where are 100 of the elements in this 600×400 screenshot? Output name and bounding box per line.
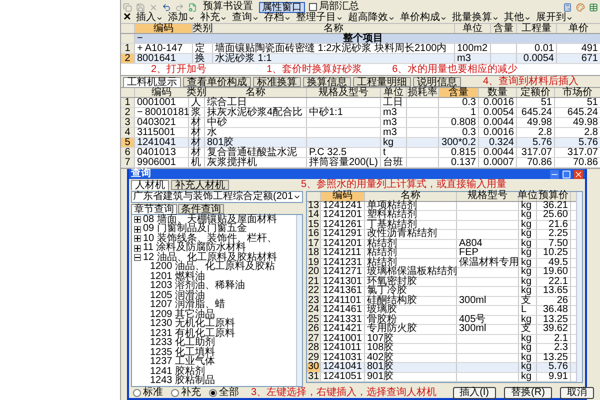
table-row[interactable]: 3 0403021 材 中砂 m3 0.808 0.0044 49.98 49.98 xyxy=(121,118,600,128)
tab[interactable]: 工料机显示 xyxy=(123,77,181,87)
row-number[interactable]: 18 xyxy=(307,249,321,258)
expand-icon[interactable] xyxy=(134,226,141,233)
table-row[interactable]: 1 + A10-147 定 墙面镶贴陶瓷面砖密缝 1:2水泥砂浆 块料周长2100内 100m2 0.01 491 xyxy=(121,44,600,54)
tab[interactable]: 换算信息 xyxy=(303,77,351,87)
column-header[interactable]: 数量 xyxy=(479,88,517,97)
row-number[interactable]: 7 xyxy=(121,158,135,167)
close-icon[interactable] xyxy=(574,170,583,178)
table-row[interactable]: 2 − 80010181 浆 抹灰水泥砂浆4配合比 中砂1:1 m3 1 0.0054 645.24 645.24 xyxy=(121,108,600,118)
expand-icon[interactable] xyxy=(134,216,141,224)
minimize-icon[interactable] xyxy=(550,170,559,178)
table-row[interactable]: 21 1241301 环氧密封胶 kg 22.1 xyxy=(307,278,576,287)
column-header[interactable]: 工程量 xyxy=(517,24,557,33)
row-number[interactable]: 16 xyxy=(307,230,321,238)
row-number[interactable]: 23 xyxy=(307,296,321,305)
row-number[interactable]: 17 xyxy=(307,240,321,248)
toolbar-menu[interactable]: 批量换算 xyxy=(452,13,499,23)
scrollbar[interactable] xyxy=(296,215,302,386)
row-number[interactable]: 28 xyxy=(307,344,321,352)
tab[interactable]: 补充人材机 xyxy=(171,180,229,190)
row-number[interactable]: 2 xyxy=(121,54,135,63)
row-number[interactable]: 2 xyxy=(121,108,135,117)
column-header[interactable]: 单价 xyxy=(557,24,600,33)
row-number[interactable]: 15 xyxy=(307,220,321,229)
column-header[interactable]: 含量 xyxy=(439,88,479,97)
row-number[interactable]: 6 xyxy=(121,148,135,157)
row-number[interactable]: 14 xyxy=(307,211,321,220)
column-header[interactable]: 编码 xyxy=(135,24,193,33)
toolbar-menu[interactable]: 整理子目 xyxy=(296,13,343,23)
toolbar-menu[interactable]: 展开到 xyxy=(536,13,573,23)
scrollbar[interactable] xyxy=(576,192,582,382)
tab[interactable]: 条件查询 xyxy=(178,204,224,214)
table-row[interactable]: 29 1241031 402胶 kg 13.25 xyxy=(307,354,576,363)
palette-icon[interactable] xyxy=(576,2,585,12)
column-header[interactable]: 市场价 xyxy=(555,88,600,97)
tab[interactable]: 人材机 xyxy=(131,180,169,190)
toolbar-menu[interactable]: 其他 xyxy=(504,13,531,23)
tree-item[interactable]: 1241 胶粘剂 xyxy=(150,366,206,377)
calculator-icon[interactable] xyxy=(563,2,572,12)
expand-icon[interactable] xyxy=(134,235,141,242)
column-header[interactable]: 类别 xyxy=(189,88,205,97)
table-row[interactable]: 27 1241001 107胶 kg 2.1 xyxy=(307,334,576,344)
dialog-button[interactable]: 取消 xyxy=(560,387,594,399)
radio-button[interactable] xyxy=(209,389,217,397)
toolbar-menu[interactable]: 补充 xyxy=(200,13,227,23)
table-row[interactable]: 5 1241041 材 801胶 kg 300*0.2 0.324 5.76 5.76 xyxy=(121,138,600,148)
table-row[interactable]: 23 1241101 硅酮结构胶 300ml 支 26 xyxy=(307,296,576,306)
tab[interactable]: 标准换算 xyxy=(253,77,301,87)
close-button[interactable]: ✕ xyxy=(123,13,131,23)
undo-icon[interactable] xyxy=(162,2,171,12)
save-icon[interactable] xyxy=(136,2,145,12)
toolbar-menu[interactable]: 查询 xyxy=(232,13,259,23)
column-header[interactable]: 规格及型号 xyxy=(307,88,381,97)
row-number[interactable]: 30 xyxy=(307,363,321,372)
row-number[interactable]: 29 xyxy=(307,354,321,362)
row-number[interactable]: 22 xyxy=(307,287,321,296)
table-row[interactable]: 31 1241051 901胶 kg 9.91 xyxy=(307,372,576,382)
table-row[interactable]: 4 3115001 材 水 m3 0.3 0.0016 2.8 2.8 xyxy=(121,128,600,138)
tab[interactable]: 说明信息 xyxy=(413,77,461,87)
column-header[interactable]: 含量 xyxy=(491,24,517,33)
tab[interactable]: 章节查询 xyxy=(131,204,177,214)
row-number[interactable]: 4 xyxy=(121,128,135,137)
row-number[interactable]: 26 xyxy=(307,325,321,334)
column-header[interactable]: 单位 xyxy=(455,24,491,33)
redo-icon[interactable] xyxy=(175,2,184,12)
expand-toggle[interactable]: − xyxy=(135,34,193,44)
toolbar-menu[interactable]: 插入 xyxy=(136,13,163,23)
column-header[interactable]: 单位 xyxy=(519,192,537,200)
radio-button[interactable] xyxy=(171,389,179,397)
tree-item[interactable]: 1243 胶粘制品 xyxy=(150,376,216,386)
toolbar-menu[interactable]: 添加 xyxy=(168,13,195,23)
table-row[interactable]: 6 0401013 材 复合普通硅酸盐水泥 P.C 32.5 t 0.815 0.0044 317.07 317.07 xyxy=(121,148,600,158)
row-number[interactable]: 5 xyxy=(121,138,135,147)
toolbar-button[interactable]: 属性窗口 xyxy=(259,2,305,12)
toolbar-menu[interactable]: 存档 xyxy=(264,13,291,23)
row-number[interactable]: 19 xyxy=(307,258,321,267)
column-header[interactable]: 定额价 xyxy=(517,88,555,97)
table-row[interactable]: 13 1241241 单项粘结剂 kg 36.21 xyxy=(307,202,576,211)
toolbar-menu[interactable]: 超高降效 xyxy=(348,13,395,23)
collapse-icon[interactable] xyxy=(134,254,141,262)
column-header[interactable]: 单位 xyxy=(381,88,407,97)
table-row[interactable]: 2 8001641 换 水泥砂浆 1:1 m3 0.0054 671 xyxy=(121,54,600,64)
row-number[interactable]: 3 xyxy=(121,118,135,127)
delete-icon[interactable] xyxy=(149,2,158,12)
copy-icon[interactable] xyxy=(123,2,132,12)
row-number[interactable]: 20 xyxy=(307,268,321,276)
row-number[interactable]: 31 xyxy=(307,372,321,381)
maximize-icon[interactable] xyxy=(562,170,571,178)
library-dropdown[interactable]: 广东省建筑与装饰工程综合定额(201 xyxy=(131,191,303,203)
checkbox[interactable] xyxy=(309,3,317,11)
column-header[interactable]: 编码 xyxy=(321,192,365,200)
row-number[interactable]: 25 xyxy=(307,316,321,324)
expand-icon[interactable] xyxy=(134,244,141,252)
tab[interactable]: 查看单价构成 xyxy=(183,77,251,87)
table-row[interactable]: 1 0001001 人 综合工日 工日 0.3 0.0016 51 51 xyxy=(121,98,600,108)
row-number[interactable]: 1 xyxy=(121,44,135,53)
row-number[interactable]: 24 xyxy=(307,306,321,314)
column-header[interactable]: 名称 xyxy=(205,88,307,97)
table-row[interactable]: 17 1241201 粘结剂 A804 kg 7.50 xyxy=(307,240,576,249)
